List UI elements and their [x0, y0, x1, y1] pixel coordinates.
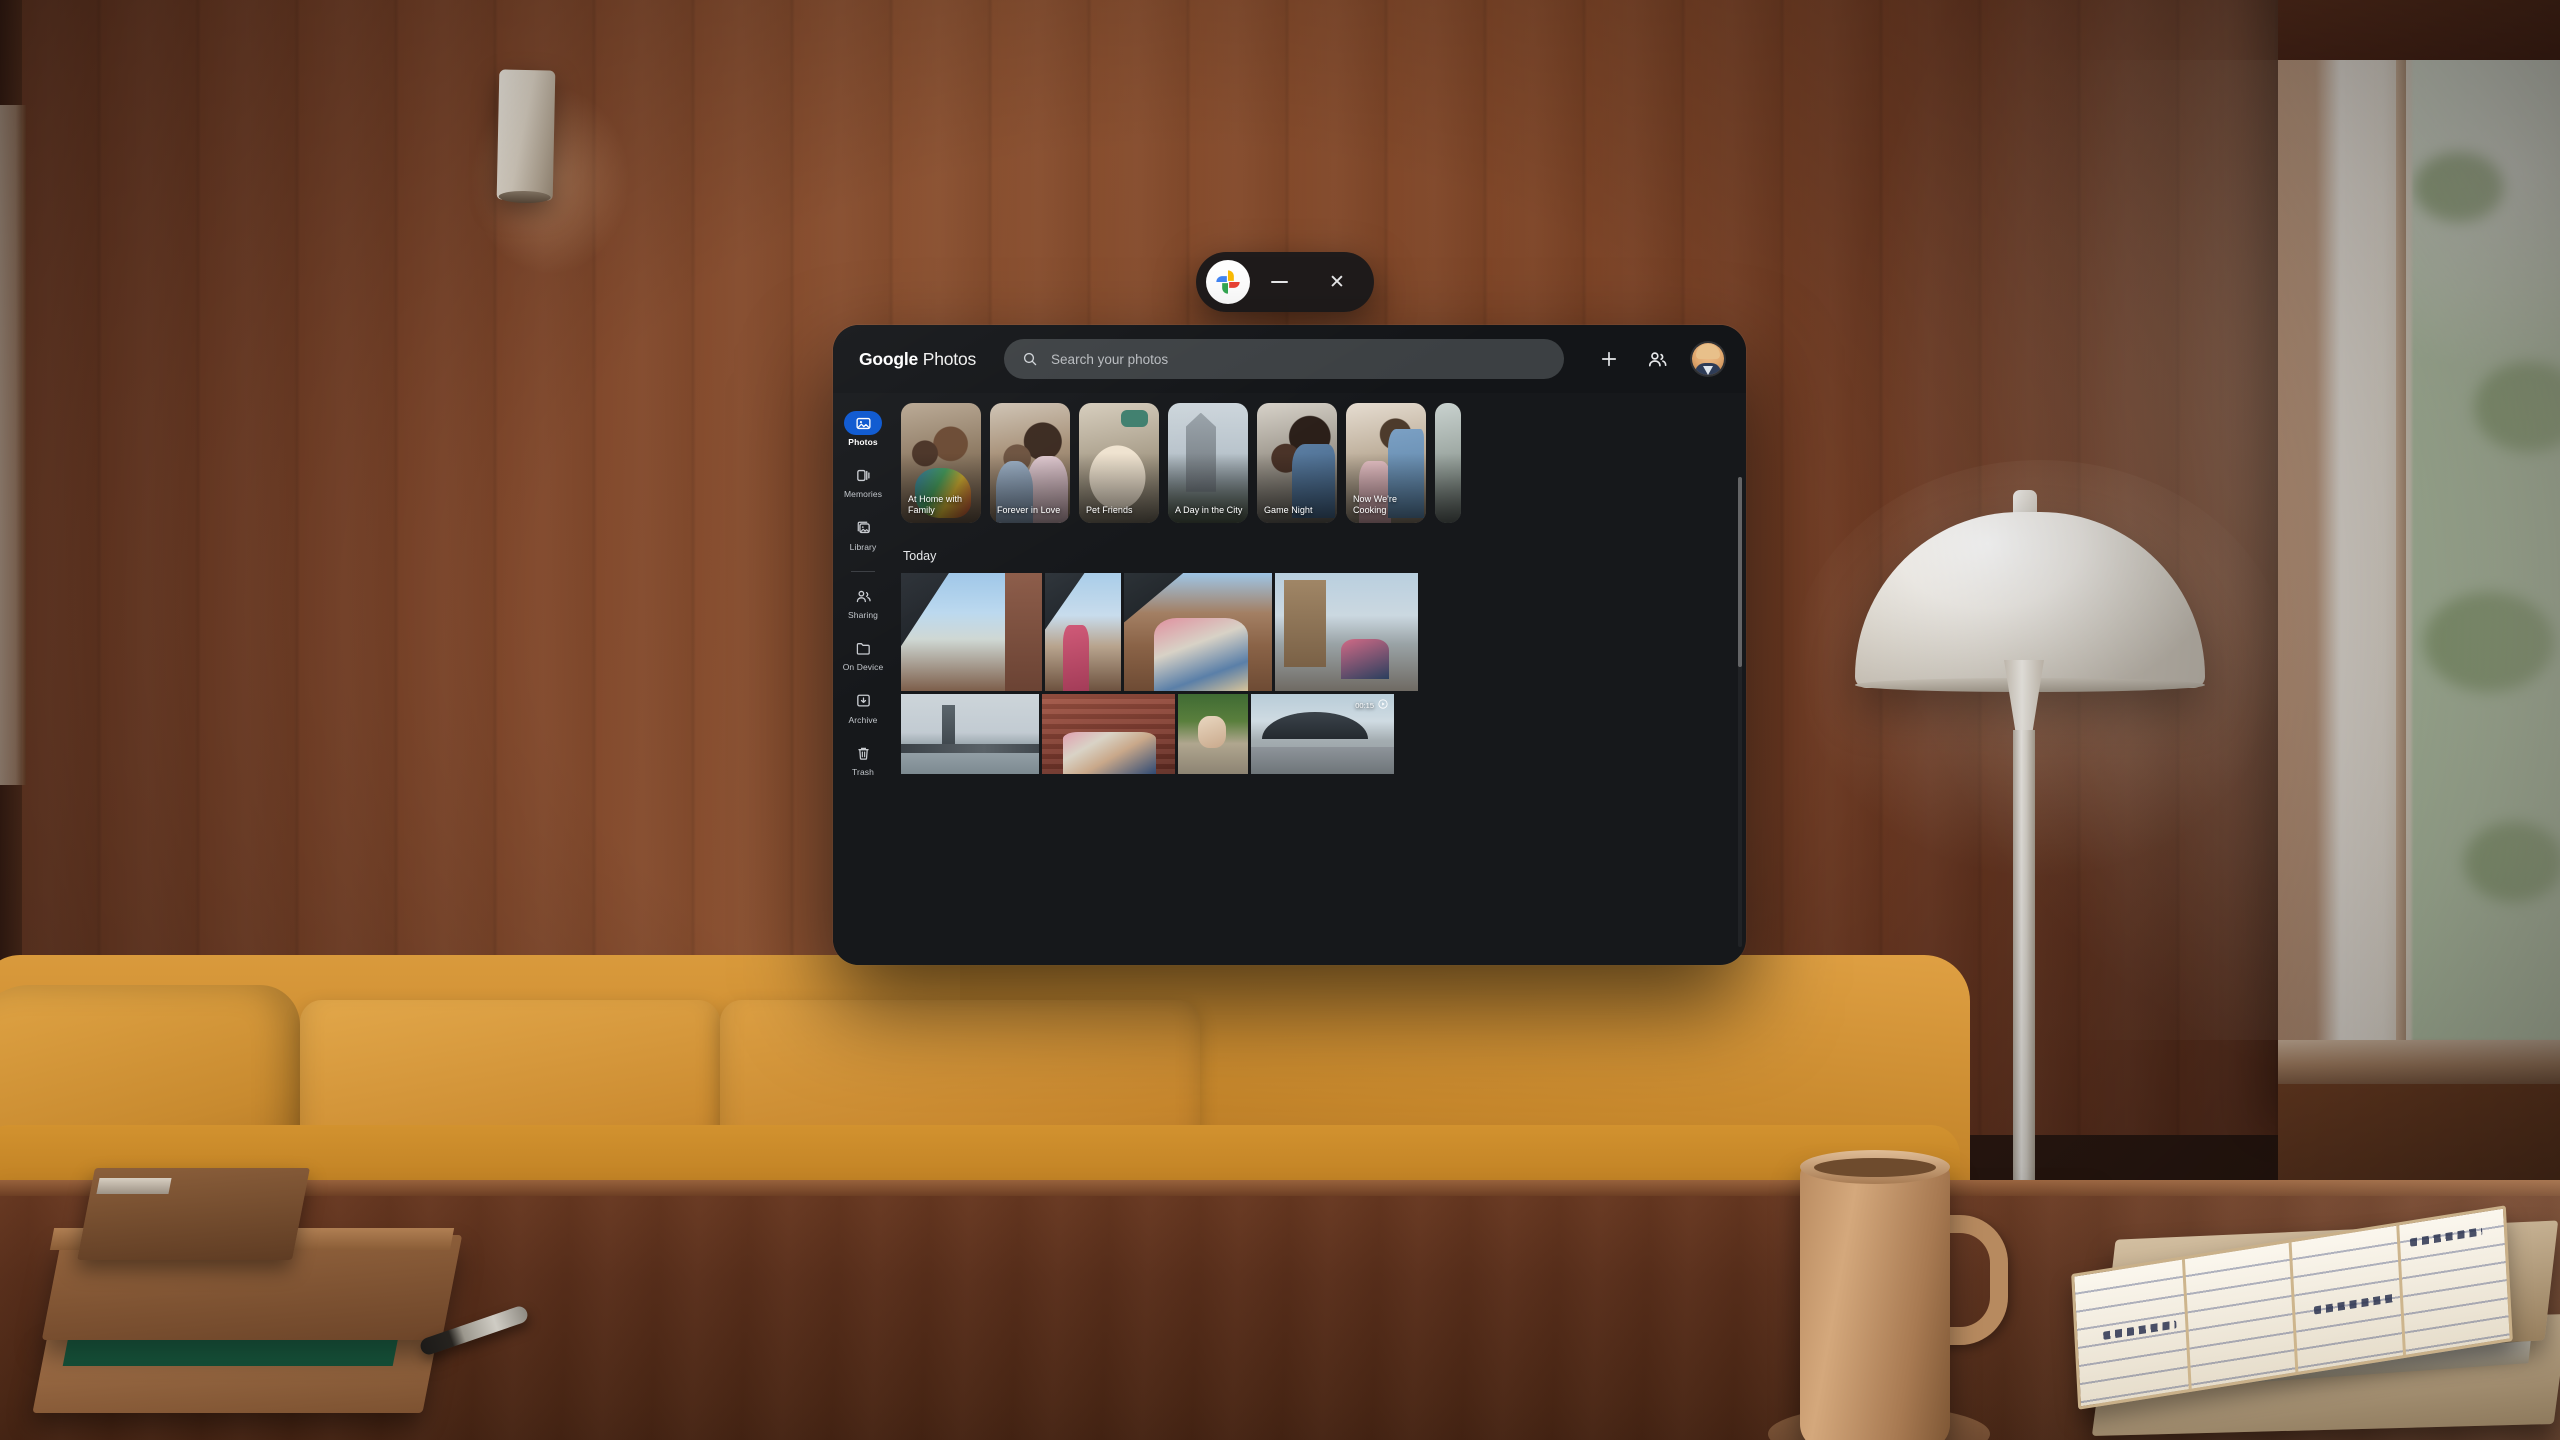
- people-icon: [844, 584, 882, 608]
- photo-image: [1275, 573, 1418, 691]
- photo-thumbnail[interactable]: [1178, 694, 1248, 774]
- floating-window-titlebar: ✕: [1196, 252, 1374, 312]
- memory-card[interactable]: [1435, 403, 1461, 523]
- memory-title: Now We're Cooking: [1353, 494, 1398, 516]
- memory-gradient-overlay: [1435, 453, 1461, 523]
- photo-grid: 00:15: [897, 573, 1746, 774]
- sharing-button[interactable]: [1644, 346, 1670, 372]
- memory-card[interactable]: At Home with Family: [901, 403, 981, 523]
- photo-image: [1178, 694, 1248, 774]
- create-button[interactable]: [1596, 346, 1622, 372]
- memories-icon: [844, 463, 882, 487]
- minimize-icon: [1270, 280, 1288, 284]
- section-title-today: Today: [903, 549, 937, 563]
- photo-thumbnail[interactable]: [901, 573, 1042, 691]
- sidebar-item-label: Trash: [852, 767, 874, 778]
- google-photos-window: Google Photos Search your photos Photos …: [833, 325, 1746, 965]
- memory-title: A Day in the City: [1175, 505, 1243, 516]
- minimize-button[interactable]: [1250, 252, 1308, 312]
- sidebar-item-label: Library: [849, 541, 877, 552]
- archive-icon: [844, 689, 882, 713]
- app-body: Photos Memories Library Sharing On Devic…: [833, 393, 1746, 965]
- memory-card[interactable]: Pet Friends: [1079, 403, 1159, 523]
- scrollbar-thumb[interactable]: [1738, 477, 1742, 667]
- photo-image: [901, 694, 1039, 774]
- app-header: Google Photos Search your photos: [833, 325, 1746, 393]
- memory-card[interactable]: Forever in Love: [990, 403, 1070, 523]
- vertical-scrollbar[interactable]: [1738, 477, 1742, 947]
- photo-image: [901, 573, 1042, 691]
- coffee-mug: [1800, 1160, 1950, 1440]
- sidebar-item-memories[interactable]: Memories: [833, 457, 893, 509]
- sidebar: Photos Memories Library Sharing On Devic…: [833, 393, 893, 965]
- play-circle-icon: [1378, 699, 1388, 711]
- plus-icon: [1601, 351, 1617, 367]
- memory-card[interactable]: A Day in the City: [1168, 403, 1248, 523]
- memory-card[interactable]: Now We're Cooking: [1346, 403, 1426, 523]
- photo-thumbnail[interactable]: [901, 694, 1039, 774]
- people-icon: [1648, 351, 1666, 366]
- photo-thumbnail[interactable]: [1124, 573, 1272, 691]
- sidebar-item-label: Memories: [843, 489, 883, 500]
- wordmark-photos: Photos: [922, 348, 977, 369]
- memory-title: At Home with Family: [908, 494, 963, 516]
- photo-thumbnail[interactable]: [1045, 573, 1121, 691]
- sidebar-item-archive[interactable]: Archive: [833, 683, 893, 735]
- memories-carousel[interactable]: At Home with Family Forever in Love Pet Fr…: [897, 393, 1746, 533]
- wooden-box-lid-detail: [96, 1178, 172, 1194]
- sidebar-item-label: Sharing: [848, 610, 878, 621]
- close-icon: ✕: [1329, 271, 1345, 293]
- photo-image: [1042, 694, 1175, 774]
- photo-thumbnail[interactable]: [1275, 573, 1418, 691]
- wordmark-google: Google: [859, 348, 919, 369]
- photo-grid-row: 00:15: [897, 694, 1746, 774]
- search-bar[interactable]: Search your photos: [1004, 339, 1565, 379]
- trash-icon: [844, 741, 882, 765]
- folder-icon: [844, 636, 882, 660]
- photo-image: [1124, 573, 1272, 691]
- video-duration-text: 00:15: [1355, 700, 1374, 710]
- content-area: At Home with Family Forever in Love Pet Fr…: [893, 393, 1746, 965]
- header-actions: [1596, 343, 1724, 375]
- photo-image: [1045, 573, 1121, 691]
- sidebar-item-photos[interactable]: Photos: [833, 405, 893, 457]
- memory-title: Game Night: [1264, 505, 1313, 516]
- sidebar-divider: [851, 571, 875, 573]
- memory-title: Forever in Love: [997, 505, 1061, 516]
- photo-thumbnail[interactable]: [1042, 694, 1175, 774]
- sidebar-item-trash[interactable]: Trash: [833, 735, 893, 787]
- photo-icon: [844, 411, 882, 435]
- avatar[interactable]: [1692, 343, 1724, 375]
- sidebar-item-label: On Device: [842, 662, 884, 673]
- search-icon: [1023, 352, 1037, 366]
- sidebar-item-label: Archive: [848, 714, 878, 725]
- library-icon: [844, 516, 882, 540]
- photo-grid-row: [897, 573, 1746, 691]
- memory-title: Pet Friends: [1086, 505, 1133, 516]
- memory-card[interactable]: Game Night: [1257, 403, 1337, 523]
- mug-rim: [1800, 1150, 1950, 1184]
- google-photos-pinwheel-icon: [1206, 260, 1250, 304]
- sidebar-item-on-device[interactable]: On Device: [833, 630, 893, 682]
- sidebar-item-library[interactable]: Library: [833, 510, 893, 562]
- photo-thumbnail[interactable]: 00:15: [1251, 694, 1394, 774]
- sidebar-item-sharing[interactable]: Sharing: [833, 578, 893, 630]
- sidebar-item-label: Photos: [848, 437, 878, 447]
- google-photos-wordmark: Google Photos: [859, 349, 976, 370]
- video-duration-badge: 00:15: [1355, 699, 1388, 711]
- close-button[interactable]: ✕: [1308, 252, 1366, 312]
- search-placeholder: Search your photos: [1051, 351, 1169, 367]
